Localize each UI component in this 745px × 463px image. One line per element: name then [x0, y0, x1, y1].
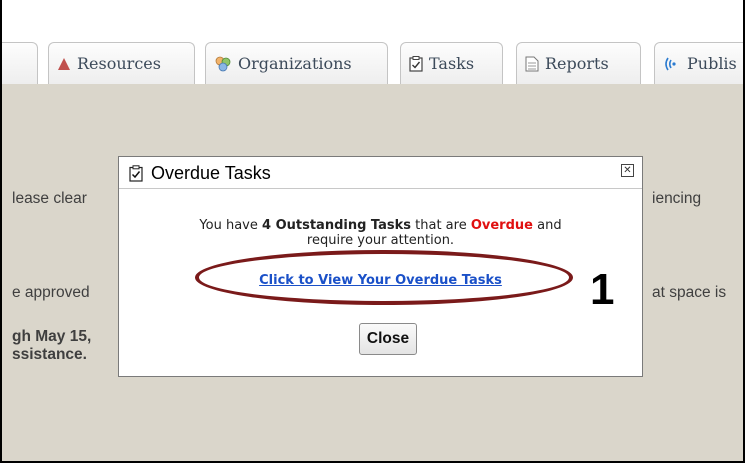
screenshot-frame [0, 0, 745, 463]
